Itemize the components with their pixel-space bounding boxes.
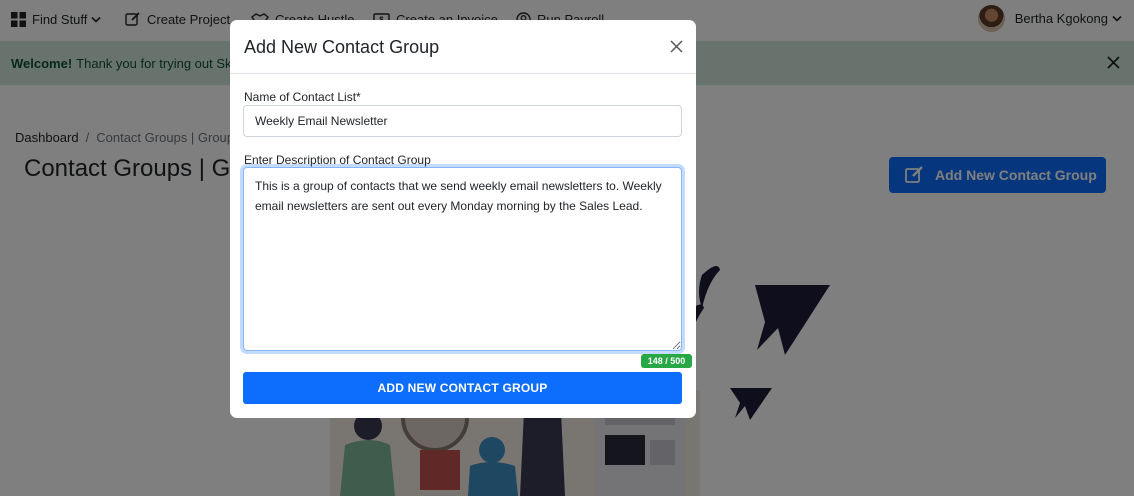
- description-label: Enter Description of Contact Group: [244, 153, 431, 167]
- modal-title: Add New Contact Group: [244, 37, 440, 57]
- add-contact-group-modal: Add New Contact Group Name of Contact Li…: [230, 20, 696, 418]
- submit-contact-group-button[interactable]: ADD NEW CONTACT GROUP: [243, 372, 682, 404]
- modal-header: Add New Contact Group: [230, 20, 696, 74]
- close-icon[interactable]: [670, 40, 683, 53]
- contact-list-name-input[interactable]: [243, 105, 682, 137]
- description-textarea[interactable]: This is a group of contacts that we send…: [243, 167, 682, 351]
- char-counter-badge: 148 / 500: [641, 354, 692, 368]
- contact-list-name-label: Name of Contact List*: [244, 90, 361, 104]
